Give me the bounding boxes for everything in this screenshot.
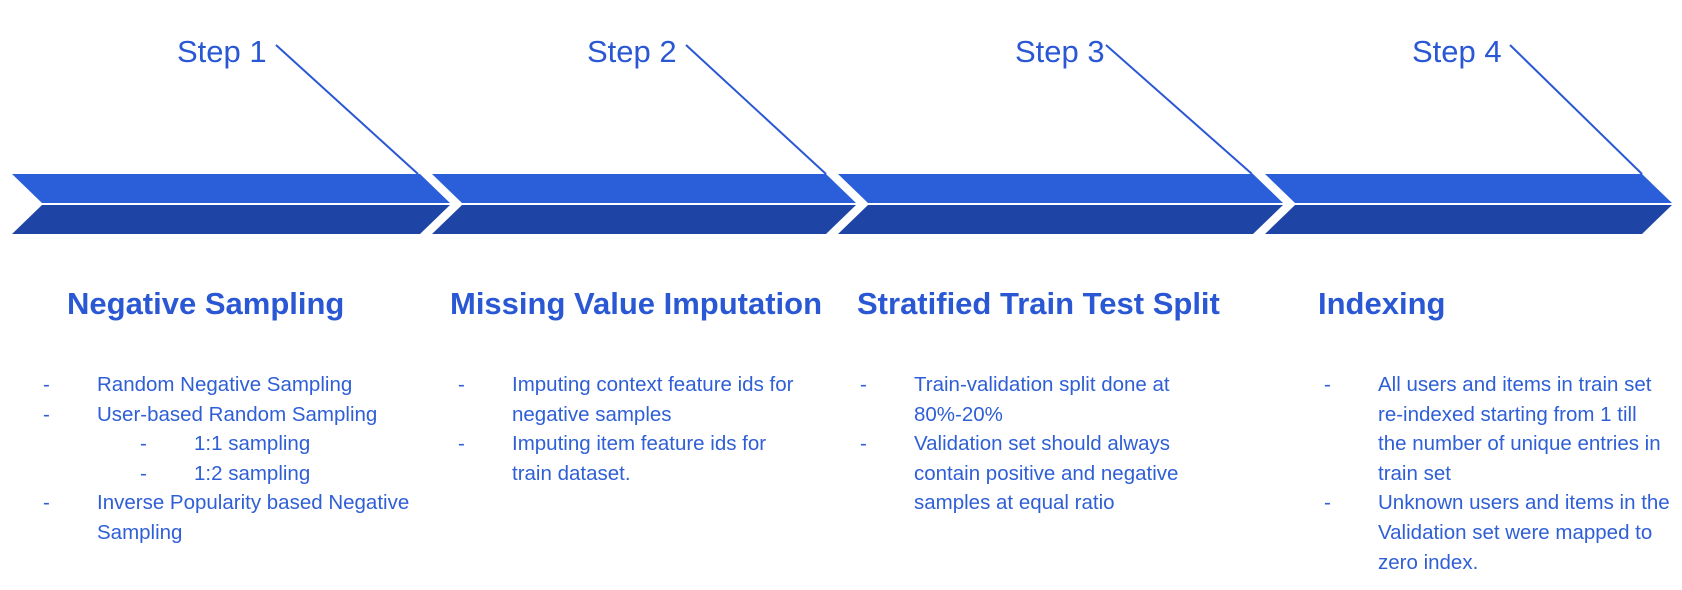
chevron-step-2-top	[432, 174, 856, 203]
bullet-text: 1:2 sampling	[194, 461, 311, 485]
bullet-text: Inverse Popularity based Negative Sampli…	[97, 491, 410, 544]
list-item: - Imputing item feature ids for train da…	[458, 429, 810, 488]
step-1-heading: Negative Sampling	[67, 286, 345, 321]
chevron-step-3	[838, 44, 1283, 234]
list-item: - All users and items in train set re-in…	[1324, 370, 1670, 488]
bullet-dash: -	[458, 432, 465, 456]
list-item: - Unknown users and items in the Validat…	[1324, 488, 1670, 577]
chevron-step-4	[1265, 44, 1672, 234]
chevron-step-1-top	[12, 174, 450, 203]
step-3-bullet-list: - Train-validation split done at 80%-20%…	[860, 370, 1212, 518]
bullet-dash: -	[140, 432, 147, 456]
step-4-heading: Indexing	[1318, 286, 1446, 321]
bullet-text: All users and items in train set re-inde…	[1378, 373, 1661, 485]
bullet-text: Validation set should always contain pos…	[914, 432, 1179, 515]
list-item: - 1:2 sampling	[43, 459, 433, 489]
chevron-step-2	[432, 44, 856, 234]
bullet-text: Imputing item feature ids for train data…	[512, 432, 767, 485]
chevron-step-4-top	[1265, 174, 1672, 203]
step-1-bullet-list: - Random Negative Sampling - User-based …	[43, 370, 433, 548]
step-2-label: Step 2	[587, 34, 677, 69]
bullet-dash: -	[43, 491, 50, 515]
chevron-step-3-bottom	[838, 205, 1283, 234]
list-item: - 1:1 sampling	[43, 429, 433, 459]
step-1-label: Step 1	[177, 34, 267, 69]
bullet-text: Train-validation split done at 80%-20%	[914, 373, 1170, 426]
list-item: - User-based Random Sampling	[43, 400, 433, 430]
callout-line-step-2	[685, 44, 827, 175]
callout-line-step-4	[1509, 44, 1643, 175]
bullet-dash: -	[1324, 373, 1331, 396]
chevron-step-3-top	[838, 174, 1283, 203]
bullet-text: 1:1 sampling	[194, 432, 311, 456]
bullet-dash: -	[458, 373, 465, 396]
step-4-bullet-list: - All users and items in train set re-in…	[1324, 370, 1670, 577]
step-3-heading: Stratified Train Test Split	[857, 286, 1220, 321]
chevron-step-1-bottom	[12, 205, 450, 234]
bullet-dash: -	[860, 432, 867, 456]
bullet-dash: -	[1324, 491, 1331, 515]
bullet-dash: -	[43, 402, 50, 426]
callout-line-step-1	[275, 44, 419, 175]
step-2-bullet-list: - Imputing context feature ids for negat…	[458, 370, 810, 488]
list-item: - Inverse Popularity based Negative Samp…	[43, 488, 433, 547]
list-item: - Imputing context feature ids for negat…	[458, 370, 810, 429]
bullet-text: Unknown users and items in the Validatio…	[1378, 491, 1670, 574]
list-item: - Random Negative Sampling	[43, 370, 433, 400]
list-item: - Validation set should always contain p…	[860, 429, 1212, 518]
callout-line-step-3	[1105, 44, 1253, 175]
bullet-dash: -	[43, 373, 50, 396]
chevron-step-4-bottom	[1265, 205, 1672, 234]
bullet-dash: -	[860, 373, 867, 396]
bullet-dash: -	[140, 461, 147, 485]
bullet-text: Imputing context feature ids for negativ…	[512, 373, 794, 426]
bullet-text: Random Negative Sampling	[97, 373, 353, 396]
step-3-label: Step 3	[1015, 34, 1105, 69]
bullet-text: User-based Random Sampling	[97, 402, 378, 426]
chevron-step-1	[12, 44, 450, 234]
chevron-step-2-bottom	[432, 205, 856, 234]
step-4-label: Step 4	[1412, 34, 1502, 69]
list-item: - Train-validation split done at 80%-20%	[860, 370, 1212, 429]
step-2-heading: Missing Value Imputation	[450, 286, 823, 321]
